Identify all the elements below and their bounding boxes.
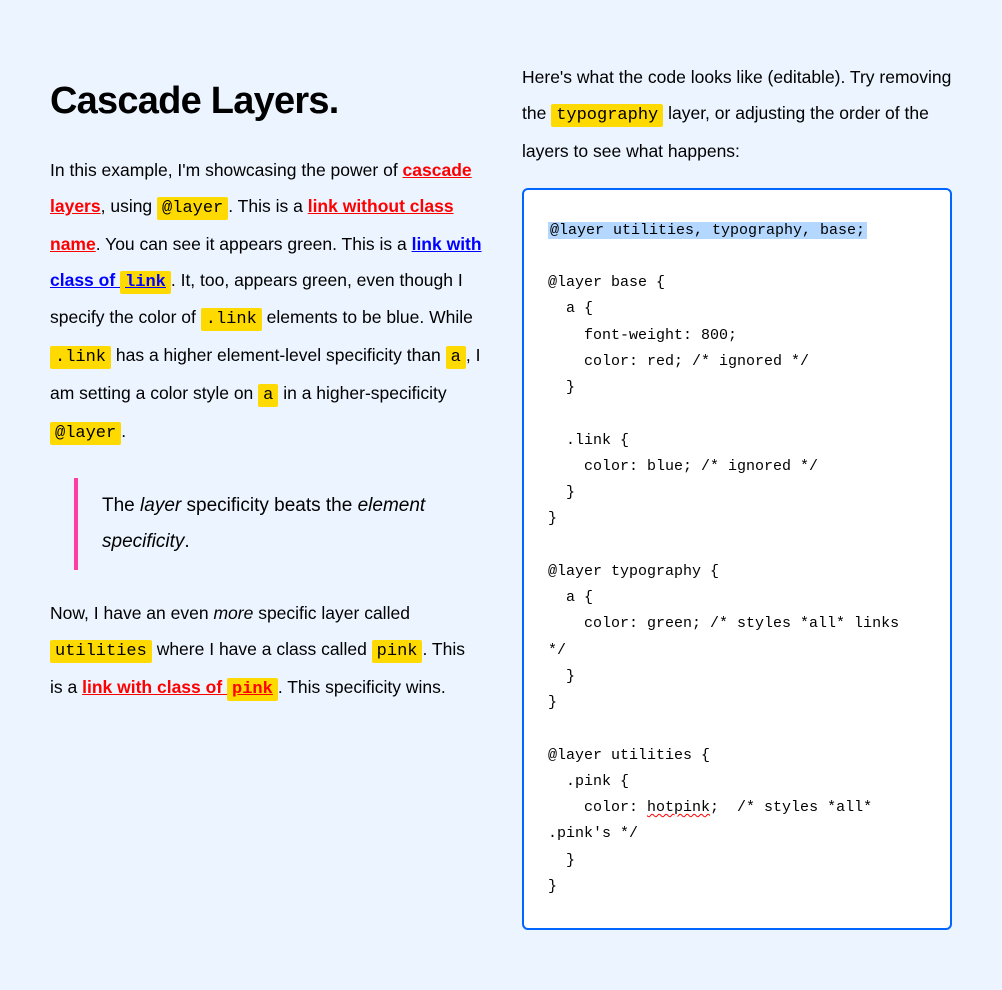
text: .	[121, 421, 126, 441]
code-column: Here's what the code looks like (editabl…	[522, 60, 952, 930]
text: specific layer called	[253, 603, 410, 623]
code-layer: @layer	[157, 197, 228, 220]
paragraph-2: Now, I have an even more specific layer …	[50, 596, 482, 708]
code-editor[interactable]: @layer utilities, typography, base; @lay…	[522, 188, 952, 931]
code-a: a	[446, 346, 466, 369]
code-a: a	[258, 384, 278, 407]
code-dotlink: .link	[201, 308, 262, 331]
text: . This is a	[228, 196, 307, 216]
em-more: more	[213, 603, 253, 623]
paragraph-1: In this example, I'm showcasing the powe…	[50, 153, 482, 452]
code-link-in-link: link	[120, 271, 171, 294]
highlighted-line: @layer utilities, typography, base;	[548, 222, 867, 239]
text: . This specificity wins.	[278, 677, 446, 697]
text: in a higher-specificity	[278, 383, 446, 403]
text: Now, I have an even	[50, 603, 213, 623]
text: In this example, I'm showcasing the powe…	[50, 160, 403, 180]
text: . You can see it appears green. This is …	[96, 234, 412, 254]
em-layer: layer	[140, 495, 181, 516]
code-utilities: utilities	[50, 640, 152, 663]
text: has a higher element-level specificity t…	[111, 345, 446, 365]
link-with-class-pink[interactable]: link with class of pink	[82, 677, 278, 697]
text: , using	[101, 196, 157, 216]
spellcheck-wavy: hotpink	[647, 799, 710, 816]
code-pink-in-link: pink	[227, 678, 278, 701]
paragraph-right: Here's what the code looks like (editabl…	[522, 60, 952, 170]
blockquote-text: The layer specificity beats the element …	[102, 488, 482, 560]
code-dotlink: .link	[50, 346, 111, 369]
blockquote: The layer specificity beats the element …	[74, 478, 482, 570]
code-pink: pink	[372, 640, 423, 663]
text: elements to be blue. While	[262, 307, 473, 327]
page-title: Cascade Layers.	[50, 80, 482, 123]
code-typography: typography	[551, 104, 663, 127]
code-layer: @layer	[50, 422, 121, 445]
article-column: Cascade Layers. In this example, I'm sho…	[50, 60, 482, 930]
text: where I have a class called	[152, 639, 372, 659]
